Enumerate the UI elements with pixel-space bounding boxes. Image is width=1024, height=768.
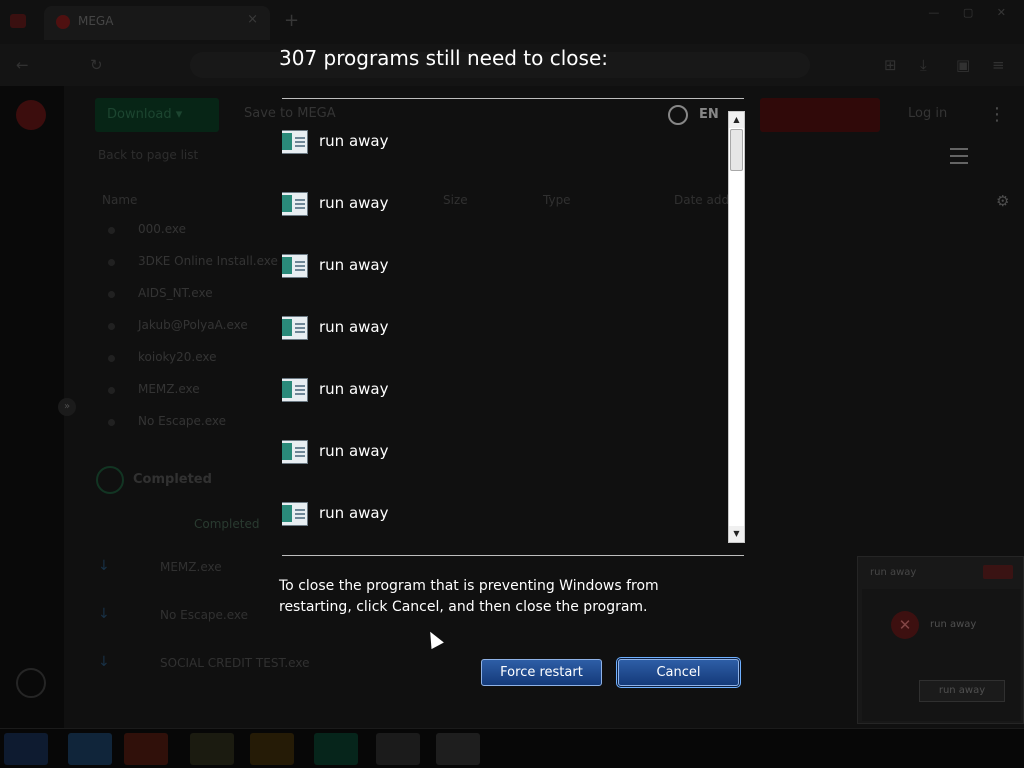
app-window-icon xyxy=(282,502,308,526)
scrollbar-thumb[interactable] xyxy=(730,129,743,171)
program-list-items: run away run away run away run away run … xyxy=(282,99,722,555)
screen: MEGA × + — ▢ ✕ ← ↻ ⊞ ⤓ ▣ ≡ Download ▾ Sa… xyxy=(0,0,1024,768)
program-list-item[interactable]: run away xyxy=(282,375,698,411)
app-window-icon xyxy=(282,440,308,464)
program-name: run away xyxy=(319,194,389,212)
close-programs-title: 307 programs still need to close: xyxy=(279,46,608,70)
restart-help-text: To close the program that is preventing … xyxy=(279,578,659,615)
program-name: run away xyxy=(319,132,389,150)
program-list-item[interactable]: run away xyxy=(282,313,698,349)
app-window-icon xyxy=(282,378,308,402)
program-list-item[interactable]: run away xyxy=(282,189,698,225)
program-list-item[interactable]: run away xyxy=(282,251,698,287)
program-name: run away xyxy=(319,442,389,460)
program-list-item[interactable]: run away xyxy=(282,437,698,473)
force-restart-button[interactable]: Force restart xyxy=(481,659,602,686)
program-name: run away xyxy=(319,318,389,336)
program-list-item[interactable]: run away xyxy=(282,499,698,535)
app-window-icon xyxy=(282,192,308,216)
program-name: run away xyxy=(319,504,389,522)
scroll-down-arrow-icon[interactable]: ▼ xyxy=(729,526,744,542)
program-list-item[interactable]: run away xyxy=(282,127,698,163)
scroll-up-arrow-icon[interactable]: ▲ xyxy=(729,112,744,128)
program-list: run away run away run away run away run … xyxy=(282,98,744,556)
program-name: run away xyxy=(319,380,389,398)
program-list-scrollbar[interactable]: ▲ ▼ xyxy=(728,111,745,543)
cancel-button[interactable]: Cancel xyxy=(618,659,739,686)
app-window-icon xyxy=(282,316,308,340)
app-window-icon xyxy=(282,254,308,278)
app-window-icon xyxy=(282,130,308,154)
program-name: run away xyxy=(319,256,389,274)
